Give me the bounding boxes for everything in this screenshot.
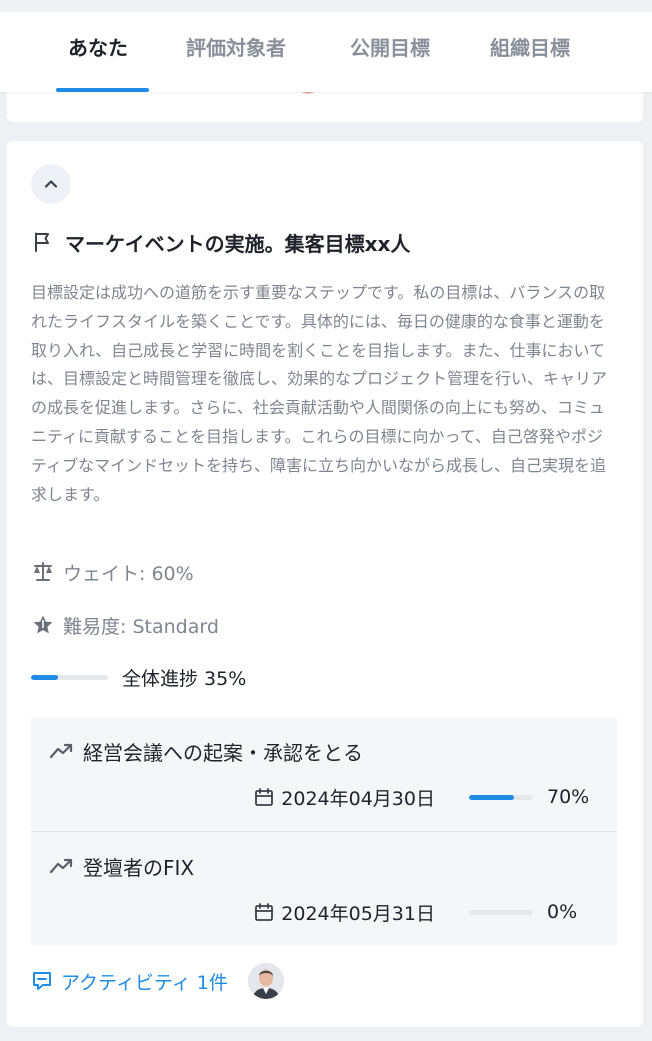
tab-org-goals[interactable]: 組織目標 <box>490 32 570 92</box>
active-tab-indicator <box>56 88 149 92</box>
goal-title-row: マーケイベントの実施。集客目標xx人 <box>31 227 410 257</box>
trend-up-icon <box>49 743 73 759</box>
goal-title[interactable]: マーケイベントの実施。集客目標xx人 <box>65 228 410 257</box>
goal-weight-text: ウェイト: 60% <box>63 562 194 585</box>
comment-icon <box>33 972 51 990</box>
activity-label: アクティビティ 1件 <box>61 971 228 994</box>
key-result-item[interactable]: 経営会議への起案・承認をとる 2024年04月30日 70% <box>31 717 617 830</box>
flag-icon <box>35 232 49 252</box>
goal-difficulty-text: 難易度: Standard <box>63 615 219 638</box>
trend-up-icon <box>49 858 73 874</box>
key-result-progress-fill <box>469 794 514 800</box>
goal-progress-text: 全体進捗 35% <box>122 667 247 690</box>
goal-card: マーケイベントの実施。集客目標xx人 目標設定は成功への道筋を示す重要なステップ… <box>7 141 643 1027</box>
avatar[interactable] <box>247 963 284 999</box>
goal-difficulty: 難易度: Standard <box>31 612 219 638</box>
user-photo-icon <box>247 963 284 999</box>
scale-icon <box>34 562 52 581</box>
collapse-button[interactable] <box>31 164 71 204</box>
key-result-item[interactable]: 登壇者のFIX 2024年05月31日 0% <box>31 831 617 944</box>
calendar-icon <box>255 903 274 921</box>
goal-progress-fill <box>31 674 58 680</box>
goal-progress: 全体進捗 35% <box>31 665 247 690</box>
key-result-progress-text: 0% <box>547 901 578 923</box>
key-result-progress-bar <box>469 794 533 800</box>
tab-evaluatees[interactable]: 評価対象者 <box>186 32 286 92</box>
goal-weight: ウェイト: 60% <box>31 559 194 585</box>
key-result-due-date: 2024年05月31日 <box>281 902 435 925</box>
key-result-progress-text: 70% <box>547 786 590 808</box>
tab-bar: あなた 評価対象者 公開目標 組織目標 <box>0 0 652 92</box>
goal-description: 目標設定は成功への道筋を示す重要なステップです。私の目標は、バランスの取れたライ… <box>31 283 608 504</box>
key-results-list: 経営会議への起案・承認をとる 2024年04月30日 70% 登壇者のFIX 2… <box>31 717 617 945</box>
calendar-icon <box>255 788 274 806</box>
star-icon <box>33 615 53 634</box>
key-result-title: 経営会議への起案・承認をとる <box>83 740 363 765</box>
chevron-up-icon <box>44 180 58 188</box>
goal-progress-bar <box>31 674 108 680</box>
key-result-progress-bar <box>469 909 533 915</box>
key-result-title: 登壇者のFIX <box>83 855 195 880</box>
activity-link[interactable]: アクティビティ 1件 <box>31 961 284 1001</box>
tab-public-goals[interactable]: 公開目標 <box>350 32 430 92</box>
key-result-due-date: 2024年04月30日 <box>281 787 435 810</box>
tab-you[interactable]: あなた <box>68 32 128 92</box>
